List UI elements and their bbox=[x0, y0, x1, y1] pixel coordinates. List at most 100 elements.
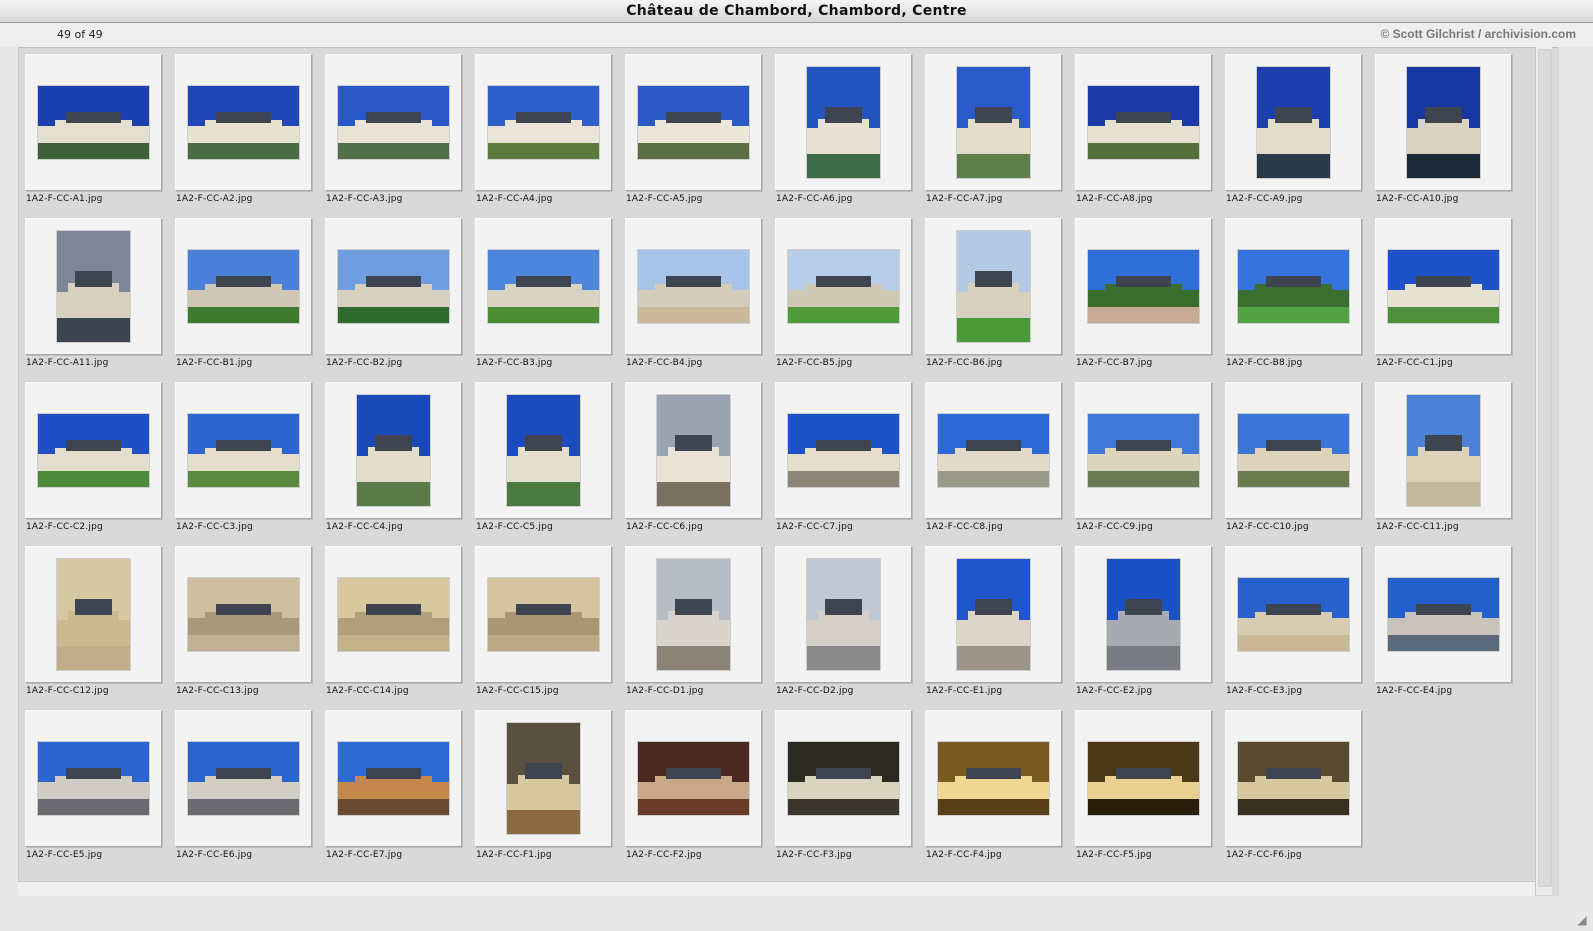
slide-frame[interactable] bbox=[325, 546, 462, 683]
thumbnail-image[interactable] bbox=[38, 414, 149, 487]
slide-frame[interactable] bbox=[25, 54, 162, 191]
thumbnail-cell[interactable]: 1A2-F-CC-C8.jpg bbox=[925, 382, 1075, 546]
slide-frame[interactable] bbox=[775, 54, 912, 191]
thumbnail-image[interactable] bbox=[57, 559, 130, 670]
slide-frame[interactable] bbox=[175, 218, 312, 355]
thumbnail-cell[interactable]: 1A2-F-CC-B4.jpg bbox=[625, 218, 775, 382]
thumbnail-cell[interactable]: 1A2-F-CC-D1.jpg bbox=[625, 546, 775, 710]
slide-frame[interactable] bbox=[1075, 382, 1212, 519]
thumbnail-cell[interactable]: 1A2-F-CC-A1.jpg bbox=[25, 54, 175, 218]
thumbnail-image[interactable] bbox=[488, 578, 599, 651]
thumbnail-cell[interactable]: 1A2-F-CC-C1.jpg bbox=[1375, 218, 1525, 382]
thumbnail-image[interactable] bbox=[788, 414, 899, 487]
slide-frame[interactable] bbox=[625, 54, 762, 191]
slide-frame[interactable] bbox=[1375, 218, 1512, 355]
slide-frame[interactable] bbox=[1075, 710, 1212, 847]
thumbnail-image[interactable] bbox=[807, 67, 880, 178]
thumbnail-cell[interactable]: 1A2-F-CC-E7.jpg bbox=[325, 710, 475, 874]
thumbnail-image[interactable] bbox=[188, 742, 299, 815]
thumbnail-image[interactable] bbox=[957, 67, 1030, 178]
thumbnail-image[interactable] bbox=[638, 86, 749, 159]
thumbnail-cell[interactable]: 1A2-F-CC-B5.jpg bbox=[775, 218, 925, 382]
thumbnail-cell[interactable]: 1A2-F-CC-F3.jpg bbox=[775, 710, 925, 874]
slide-frame[interactable] bbox=[1225, 710, 1362, 847]
thumbnail-image[interactable] bbox=[338, 250, 449, 323]
thumbnail-image[interactable] bbox=[657, 395, 730, 506]
thumbnail-image[interactable] bbox=[638, 250, 749, 323]
slide-frame[interactable] bbox=[325, 54, 462, 191]
slide-frame[interactable] bbox=[625, 218, 762, 355]
thumbnail-cell[interactable]: 1A2-F-CC-B3.jpg bbox=[475, 218, 625, 382]
slide-frame[interactable] bbox=[325, 218, 462, 355]
thumbnail-image[interactable] bbox=[1238, 250, 1349, 323]
thumbnail-cell[interactable]: 1A2-F-CC-C6.jpg bbox=[625, 382, 775, 546]
slide-frame[interactable] bbox=[175, 382, 312, 519]
slide-frame[interactable] bbox=[325, 382, 462, 519]
slide-frame[interactable] bbox=[625, 382, 762, 519]
slide-frame[interactable] bbox=[1375, 54, 1512, 191]
thumbnail-image[interactable] bbox=[1088, 86, 1199, 159]
thumbnail-cell[interactable]: 1A2-F-CC-C5.jpg bbox=[475, 382, 625, 546]
slide-frame[interactable] bbox=[1075, 54, 1212, 191]
slide-frame[interactable] bbox=[25, 546, 162, 683]
horizontal-scrollbar[interactable] bbox=[18, 881, 1535, 896]
thumbnail-image[interactable] bbox=[657, 559, 730, 670]
slide-frame[interactable] bbox=[1225, 54, 1362, 191]
thumbnail-image[interactable] bbox=[807, 559, 880, 670]
slide-frame[interactable] bbox=[625, 546, 762, 683]
thumbnail-cell[interactable]: 1A2-F-CC-C2.jpg bbox=[25, 382, 175, 546]
slide-frame[interactable] bbox=[775, 546, 912, 683]
thumbnail-cell[interactable]: 1A2-F-CC-A8.jpg bbox=[1075, 54, 1225, 218]
thumbnail-image[interactable] bbox=[957, 231, 1030, 342]
thumbnail-image[interactable] bbox=[788, 742, 899, 815]
slide-frame[interactable] bbox=[325, 710, 462, 847]
slide-frame[interactable] bbox=[175, 710, 312, 847]
thumbnail-image[interactable] bbox=[1238, 578, 1349, 651]
thumbnail-image[interactable] bbox=[1257, 67, 1330, 178]
thumbnail-image[interactable] bbox=[507, 395, 580, 506]
slide-frame[interactable] bbox=[475, 710, 612, 847]
thumbnail-image[interactable] bbox=[638, 742, 749, 815]
thumbnail-cell[interactable]: 1A2-F-CC-A5.jpg bbox=[625, 54, 775, 218]
thumbnail-cell[interactable]: 1A2-F-CC-C12.jpg bbox=[25, 546, 175, 710]
thumbnail-cell[interactable]: 1A2-F-CC-A2.jpg bbox=[175, 54, 325, 218]
thumbnail-cell[interactable]: 1A2-F-CC-B1.jpg bbox=[175, 218, 325, 382]
thumbnail-image[interactable] bbox=[1407, 67, 1480, 178]
slide-frame[interactable] bbox=[1225, 218, 1362, 355]
vertical-scrollbar[interactable] bbox=[1535, 47, 1552, 895]
slide-frame[interactable] bbox=[1075, 546, 1212, 683]
thumbnail-image[interactable] bbox=[357, 395, 430, 506]
thumbnail-image[interactable] bbox=[507, 723, 580, 834]
thumbnail-image[interactable] bbox=[488, 250, 599, 323]
thumbnail-cell[interactable]: 1A2-F-CC-C11.jpg bbox=[1375, 382, 1525, 546]
vertical-scroll-thumb[interactable] bbox=[1538, 49, 1552, 887]
thumbnail-cell[interactable]: 1A2-F-CC-B8.jpg bbox=[1225, 218, 1375, 382]
thumbnail-cell[interactable]: 1A2-F-CC-A11.jpg bbox=[25, 218, 175, 382]
thumbnail-image[interactable] bbox=[1088, 414, 1199, 487]
thumbnail-image[interactable] bbox=[38, 742, 149, 815]
thumbnail-image[interactable] bbox=[38, 86, 149, 159]
thumbnail-cell[interactable]: 1A2-F-CC-E3.jpg bbox=[1225, 546, 1375, 710]
thumbnail-cell[interactable]: 1A2-F-CC-E5.jpg bbox=[25, 710, 175, 874]
slide-frame[interactable] bbox=[925, 218, 1062, 355]
thumbnail-cell[interactable]: 1A2-F-CC-C3.jpg bbox=[175, 382, 325, 546]
slide-frame[interactable] bbox=[925, 382, 1062, 519]
slide-frame[interactable] bbox=[1375, 546, 1512, 683]
thumbnail-cell[interactable]: 1A2-F-CC-F2.jpg bbox=[625, 710, 775, 874]
slide-frame[interactable] bbox=[925, 546, 1062, 683]
thumbnail-cell[interactable]: 1A2-F-CC-F6.jpg bbox=[1225, 710, 1375, 874]
thumbnail-image[interactable] bbox=[1238, 742, 1349, 815]
thumbnail-image[interactable] bbox=[338, 578, 449, 651]
thumbnail-image[interactable] bbox=[1388, 578, 1499, 651]
thumbnail-image[interactable] bbox=[188, 578, 299, 651]
thumbnail-cell[interactable]: 1A2-F-CC-E4.jpg bbox=[1375, 546, 1525, 710]
thumbnail-cell[interactable]: 1A2-F-CC-A9.jpg bbox=[1225, 54, 1375, 218]
slide-frame[interactable] bbox=[925, 710, 1062, 847]
slide-frame[interactable] bbox=[1225, 382, 1362, 519]
thumbnail-image[interactable] bbox=[1088, 742, 1199, 815]
thumbnail-image[interactable] bbox=[338, 86, 449, 159]
thumbnail-cell[interactable]: 1A2-F-CC-E2.jpg bbox=[1075, 546, 1225, 710]
slide-frame[interactable] bbox=[1225, 546, 1362, 683]
thumbnail-image[interactable] bbox=[57, 231, 130, 342]
slide-frame[interactable] bbox=[775, 710, 912, 847]
